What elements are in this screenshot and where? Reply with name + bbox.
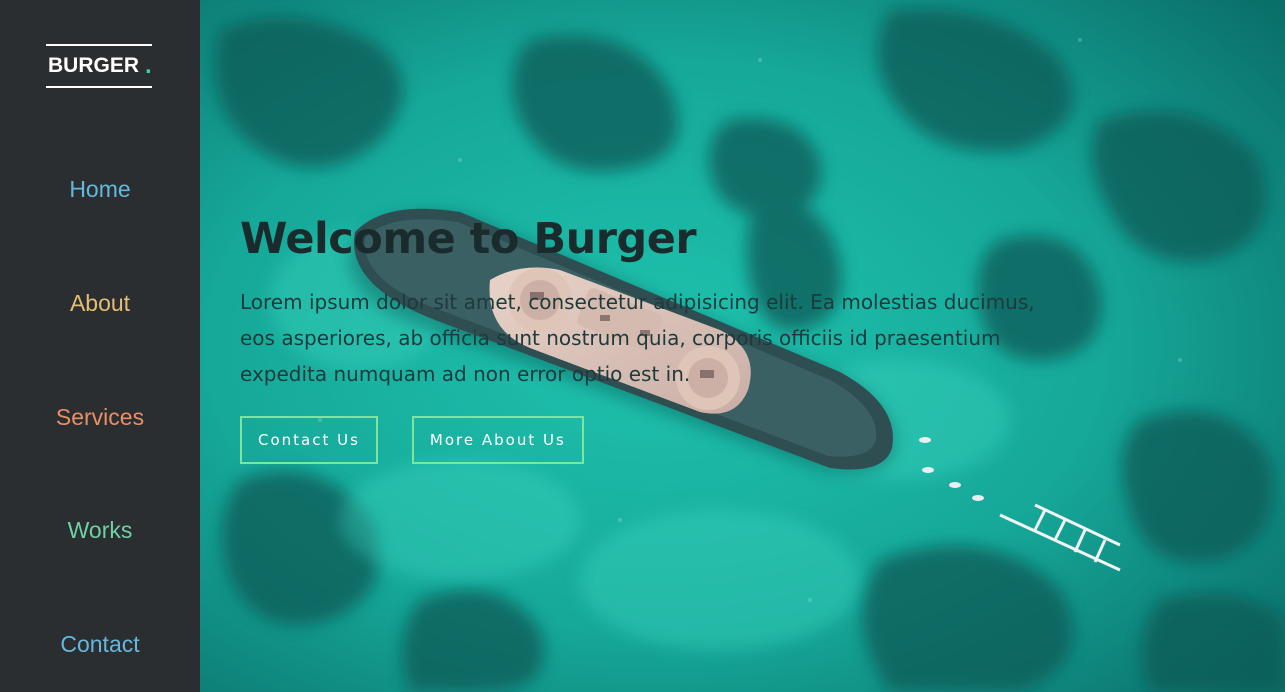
- nav-link-services[interactable]: Services: [56, 404, 144, 430]
- hero-content: Welcome to Burger Lorem ipsum dolor sit …: [240, 214, 1040, 464]
- nav-item-services[interactable]: Services: [0, 404, 200, 431]
- nav-link-home[interactable]: Home: [69, 176, 130, 202]
- nav-link-about[interactable]: About: [70, 290, 130, 316]
- page: BURGER . Home About Services Works Conta…: [0, 0, 1285, 692]
- brand-dot: .: [145, 52, 152, 79]
- nav-item-home[interactable]: Home: [0, 176, 200, 203]
- more-about-us-button[interactable]: More About Us: [411, 416, 584, 464]
- hero-buttons: Contact Us More About Us: [240, 416, 1040, 464]
- nav-link-contact[interactable]: Contact: [60, 631, 139, 657]
- nav-item-about[interactable]: About: [0, 290, 200, 317]
- hero-section: Welcome to Burger Lorem ipsum dolor sit …: [200, 0, 1285, 692]
- brand-logo[interactable]: BURGER .: [46, 44, 152, 88]
- brand-name: BURGER: [48, 54, 140, 77]
- sidebar: BURGER . Home About Services Works Conta…: [0, 0, 200, 692]
- nav-item-works[interactable]: Works: [0, 517, 200, 544]
- hero-description: Lorem ipsum dolor sit amet, consectetur …: [240, 290, 1035, 386]
- nav-item-contact[interactable]: Contact: [0, 631, 200, 658]
- nav-link-works[interactable]: Works: [68, 517, 133, 543]
- hero-title: Welcome to Burger: [240, 214, 697, 264]
- contact-us-button[interactable]: Contact Us: [240, 416, 378, 464]
